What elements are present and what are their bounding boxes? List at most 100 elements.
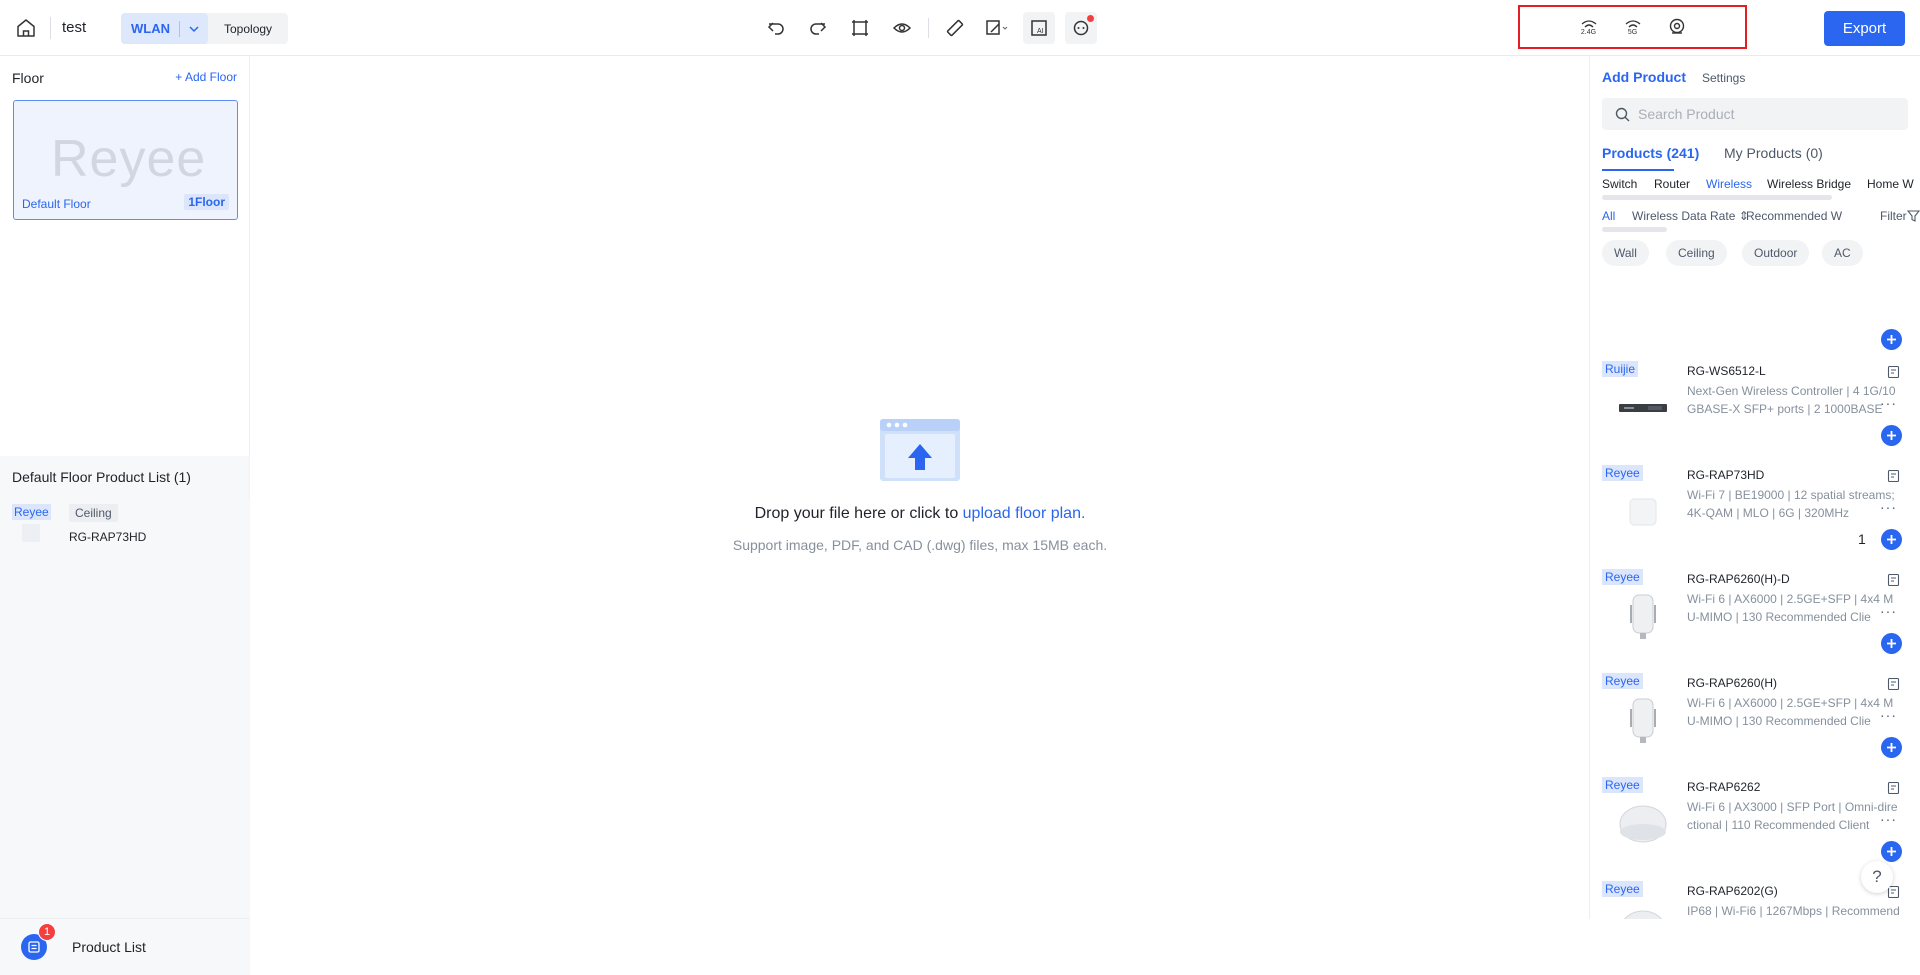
undo-button[interactable]: [760, 12, 792, 44]
product-detail-icon[interactable]: [1887, 469, 1901, 483]
category-wireless-bridge[interactable]: Wireless Bridge: [1767, 177, 1851, 191]
sort-wireless-data-rate[interactable]: Wireless Data Rate ⇕: [1632, 209, 1749, 223]
product-description: IP68 | Wi-Fi6 | 1267Mbps | Recommend: [1687, 902, 1912, 919]
access-point-icon: [1669, 18, 1684, 34]
product-description-line: Wi-Fi 6 | AX3000 | SFP Port | Omni-dire: [1687, 800, 1898, 814]
divider: [179, 20, 180, 37]
floor-card-default[interactable]: Reyee Default Floor 1Floor: [13, 100, 238, 220]
draw-wall-icon: [986, 20, 1008, 35]
category-home-wifi[interactable]: Home W: [1867, 177, 1914, 191]
add-product-button[interactable]: [1881, 737, 1902, 758]
product-quantity: 1: [1858, 531, 1866, 547]
product-catalog-list: Ruijie RG-WS6512-L Next-Gen Wireless Con…: [1590, 272, 1920, 919]
floor-plan-canvas[interactable]: Drop your file here or click to upload f…: [251, 56, 1589, 919]
ai-assistant-button[interactable]: [1065, 12, 1097, 44]
ai-layout-button[interactable]: AI: [1023, 12, 1055, 44]
product-description-line: 4K-QAM | MLO | 6G | 320MHz: [1687, 506, 1850, 520]
coverage-toggle[interactable]: [1664, 14, 1690, 40]
mode-topology-button[interactable]: Topology: [208, 13, 288, 44]
crop-area-button[interactable]: [844, 12, 876, 44]
category-scrollbar[interactable]: [1602, 195, 1832, 200]
filter-button[interactable]: Filter: [1880, 209, 1920, 223]
tab-add-product[interactable]: Add Product: [1602, 69, 1686, 85]
mode-wlan-button[interactable]: WLAN: [121, 13, 208, 44]
product-model: RG-RAP73HD: [1687, 468, 1765, 482]
tab-my-products[interactable]: My Products (0): [1724, 145, 1823, 161]
project-name[interactable]: test: [62, 19, 86, 36]
add-floor-button[interactable]: + Add Floor: [175, 70, 237, 84]
category-tabs: Switch Router Wireless Wireless Bridge H…: [1602, 177, 1920, 200]
band-24g-toggle[interactable]: 2.4G: [1576, 14, 1602, 40]
brand-badge: Reyee: [1602, 569, 1643, 585]
product-description-line: GBASE-X SFP+ ports | 2 1000BASE: [1687, 402, 1883, 416]
product-model: RG-RAP6262: [1687, 780, 1761, 794]
product-image: [1618, 799, 1668, 849]
preview-button[interactable]: [886, 12, 918, 44]
band-5g-toggle[interactable]: 5G: [1620, 14, 1646, 40]
chevron-down-icon[interactable]: [188, 23, 200, 35]
more-icon[interactable]: ···: [1880, 603, 1897, 619]
draw-wall-button[interactable]: [981, 12, 1013, 44]
more-icon[interactable]: ···: [1880, 499, 1897, 515]
category-switch[interactable]: Switch: [1602, 177, 1637, 191]
product-source-tabs: Products (241) My Products (0): [1602, 145, 1920, 171]
search-placeholder: Search Product: [1638, 106, 1735, 122]
notification-dot: [1087, 15, 1094, 22]
product-detail-icon[interactable]: [1887, 677, 1901, 691]
category-router[interactable]: Router: [1654, 177, 1690, 191]
redo-icon: [810, 22, 827, 35]
product-description-line: ctional | 110 Recommended Client: [1687, 818, 1870, 832]
product-card[interactable]: Reyee RG-RAP6260(H) Wi-Fi 6 | AX6000 | 2…: [1590, 673, 1920, 777]
more-icon[interactable]: ···: [1880, 811, 1897, 827]
category-wireless[interactable]: Wireless: [1706, 177, 1752, 191]
add-product-button[interactable]: [1881, 633, 1902, 654]
add-product-button[interactable]: [1881, 425, 1902, 446]
product-panel: Add Product Settings Search Product Prod…: [1589, 56, 1920, 919]
divider: [50, 17, 51, 39]
more-icon[interactable]: ···: [1880, 707, 1897, 723]
search-icon: [1615, 107, 1630, 122]
help-button[interactable]: ?: [1861, 861, 1893, 893]
product-list-bar[interactable]: 1 Product List: [0, 918, 250, 975]
brand-badge: Ruijie: [1602, 361, 1639, 377]
filter-all[interactable]: All: [1602, 209, 1615, 223]
add-product-button[interactable]: [1881, 529, 1902, 550]
chip-ac[interactable]: AC: [1822, 240, 1863, 266]
search-input[interactable]: Search Product: [1602, 98, 1908, 130]
filter-label: Filter: [1880, 209, 1907, 223]
chip-outdoor[interactable]: Outdoor: [1742, 240, 1810, 266]
export-button[interactable]: Export: [1824, 11, 1905, 46]
supported-formats-text: Support image, PDF, and CAD (.dwg) files…: [732, 537, 1108, 553]
product-detail-icon[interactable]: [1887, 781, 1901, 795]
chip-ceiling[interactable]: Ceiling: [1666, 240, 1727, 266]
product-card[interactable]: Reyee RG-RAP73HD Wi-Fi 7 | BE19000 | 12 …: [1590, 465, 1920, 569]
svg-text:AI: AI: [1037, 28, 1044, 35]
tab-settings[interactable]: Settings: [1702, 71, 1745, 85]
floor-title: Floor: [12, 70, 44, 86]
tab-products[interactable]: Products (241): [1602, 145, 1699, 161]
product-model: RG-WS6512-L: [1687, 364, 1766, 378]
measure-button[interactable]: [939, 12, 971, 44]
product-detail-icon[interactable]: [1887, 365, 1901, 379]
home-icon[interactable]: [14, 16, 38, 40]
redo-button[interactable]: [802, 12, 834, 44]
more-icon[interactable]: ···: [1880, 395, 1897, 411]
plus-icon: [1887, 335, 1896, 344]
filter-recommended[interactable]: Recommended W: [1746, 209, 1842, 223]
sub-filter-scrollbar[interactable]: [1602, 227, 1667, 232]
product-description: Wi-Fi 6 | AX6000 | 2.5GE+SFP | 4x4 M U-MI…: [1687, 694, 1912, 730]
list-item[interactable]: Reyee Ceiling RG-RAP73HD: [12, 504, 242, 554]
add-product-button[interactable]: [1881, 841, 1902, 862]
band-toggle-group: 2.4G 5G: [1518, 5, 1747, 49]
add-product-button[interactable]: [1881, 329, 1902, 350]
upload-floor-plan-link[interactable]: upload floor plan.: [963, 505, 1086, 522]
product-card[interactable]: Reyee RG-RAP6260(H)-D Wi-Fi 6 | AX6000 |…: [1590, 569, 1920, 673]
product-detail-icon[interactable]: [1887, 573, 1901, 587]
mode-switch: WLAN Topology: [121, 13, 289, 44]
upload-icon[interactable]: [879, 418, 961, 482]
product-list-label[interactable]: Product List: [72, 939, 146, 955]
product-card[interactable]: Ruijie RG-WS6512-L Next-Gen Wireless Con…: [1590, 361, 1920, 465]
chip-wall[interactable]: Wall: [1602, 240, 1649, 266]
product-thumbnail: [22, 524, 40, 542]
floor-product-list: Default Floor Product List (1) Reyee Cei…: [0, 456, 250, 919]
